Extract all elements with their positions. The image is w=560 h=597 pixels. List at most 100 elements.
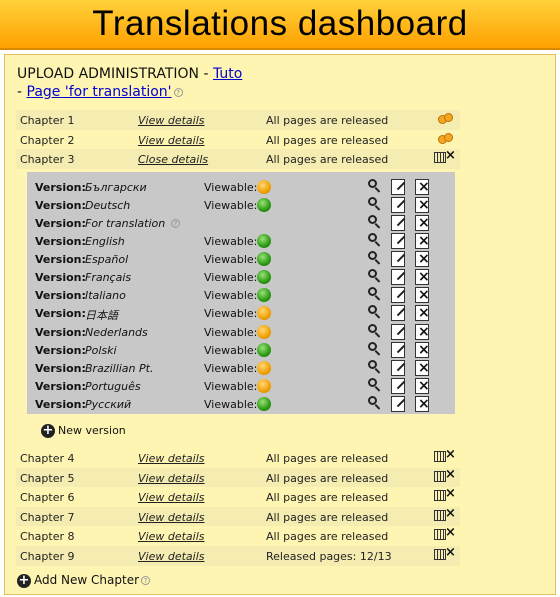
chapter-3-details: Version: Български Viewable: × Version: Deuts… <box>16 171 460 462</box>
viewable-status-icon[interactable] <box>257 378 271 393</box>
new-version-button[interactable]: + New version <box>41 423 126 438</box>
magnifier-icon[interactable] <box>367 214 383 230</box>
chapters-list: Chapter 1 View details All pages are relea… <box>16 110 460 566</box>
viewable-status-icon[interactable] <box>257 396 271 411</box>
viewable-status-icon[interactable] <box>257 234 271 249</box>
help-icon[interactable]: ? <box>170 219 180 229</box>
viewable-label: Viewable: <box>204 361 258 375</box>
viewable-status-icon[interactable] <box>257 270 271 285</box>
upload-admin-line: UPLOAD ADMINISTRATION - Tuto <box>17 66 242 82</box>
magnifier-icon[interactable] <box>367 178 383 194</box>
page-for-translation-line: - Page 'for translation'? <box>17 84 183 100</box>
edit-icon[interactable] <box>391 305 406 322</box>
chapter-name: Chapter 2 <box>20 133 75 147</box>
edit-icon[interactable] <box>391 196 406 213</box>
chapter-details-link[interactable]: View details <box>138 511 205 524</box>
edit-icon[interactable] <box>391 233 406 250</box>
chapter-details-link[interactable]: View details <box>138 452 205 465</box>
viewable-status-icon[interactable] <box>257 252 271 267</box>
delete-icon[interactable]: × <box>415 269 430 286</box>
chapter-name: Chapter 1 <box>20 114 75 127</box>
magnifier-icon[interactable] <box>367 341 383 357</box>
chapter-name: Chapter 7 <box>20 510 75 524</box>
delete-icon[interactable]: × <box>415 287 430 304</box>
grid-delete-icon[interactable]: × <box>434 525 456 542</box>
edit-icon[interactable] <box>391 359 406 376</box>
magnifier-icon[interactable] <box>367 250 383 266</box>
viewable-status-icon[interactable] <box>257 306 271 321</box>
magnifier-icon[interactable] <box>367 286 383 302</box>
viewable-label: Viewable: <box>204 343 258 357</box>
version-actions: × <box>367 395 437 413</box>
grid-delete-icon[interactable]: × <box>434 545 456 562</box>
grid-delete-icon[interactable]: × <box>434 486 456 503</box>
edit-icon[interactable] <box>391 287 406 304</box>
magnifier-icon[interactable] <box>367 323 383 339</box>
viewable-status-icon[interactable] <box>257 360 271 375</box>
chapter-row: Chapter 1 View details All pages are relea… <box>16 110 460 130</box>
edit-icon[interactable] <box>391 323 406 340</box>
plus-icon: + <box>17 572 31 588</box>
chapter-details-link[interactable]: View details <box>138 530 205 543</box>
add-chapter-button[interactable]: + Add New Chapter? <box>17 572 151 588</box>
page-for-translation-link[interactable]: Page 'for translation' <box>27 84 172 100</box>
delete-icon[interactable]: × <box>415 233 430 250</box>
edit-icon[interactable] <box>391 377 406 394</box>
delete-icon[interactable]: × <box>415 359 430 376</box>
chapter-details-link[interactable]: View details <box>138 491 205 504</box>
edit-icon[interactable] <box>391 178 406 195</box>
coins-icon[interactable] <box>438 132 454 145</box>
delete-icon[interactable]: × <box>415 214 430 231</box>
delete-icon[interactable]: × <box>415 341 430 358</box>
chapter-details-link[interactable]: Close details <box>138 153 208 166</box>
chapter-details-link[interactable]: View details <box>138 114 205 127</box>
delete-icon[interactable]: × <box>415 395 430 412</box>
version-row: Version: 日本語 Viewable: × <box>35 304 455 322</box>
chapter-details-link[interactable]: View details <box>138 550 205 563</box>
viewable-status-icon[interactable] <box>257 288 271 303</box>
magnifier-icon[interactable] <box>367 377 383 393</box>
chapter-status: All pages are released <box>266 153 389 167</box>
chapter-name: Chapter 3 <box>20 153 75 167</box>
edit-icon[interactable] <box>391 269 406 286</box>
versions-list: Version: Български Viewable: × Version: Deuts… <box>27 171 455 414</box>
magnifier-icon[interactable] <box>367 232 383 248</box>
header-banner: Translations dashboard <box>0 0 560 50</box>
delete-icon[interactable]: × <box>415 323 430 340</box>
chapter-details-link[interactable]: View details <box>138 472 205 485</box>
magnifier-icon[interactable] <box>367 304 383 320</box>
chapter-details-link[interactable]: View details <box>138 134 205 147</box>
delete-icon[interactable]: × <box>415 377 430 394</box>
version-name: Português <box>85 379 141 393</box>
viewable-status-icon[interactable] <box>257 197 271 212</box>
version-label: Version: <box>35 289 86 303</box>
coins-icon[interactable] <box>438 113 454 125</box>
magnifier-icon[interactable] <box>367 196 383 212</box>
delete-icon[interactable]: × <box>415 196 430 213</box>
viewable-status-icon[interactable] <box>257 342 271 357</box>
chapter-name: Chapter 5 <box>20 471 75 485</box>
delete-icon[interactable]: × <box>415 305 430 322</box>
chapter-row: Chapter 7 View details All pages are relea… <box>16 506 460 527</box>
delete-icon[interactable]: × <box>415 178 430 195</box>
viewable-status-icon[interactable] <box>257 324 271 339</box>
edit-icon[interactable] <box>391 214 406 231</box>
grid-delete-icon[interactable]: × <box>434 467 456 484</box>
tuto-link[interactable]: Tuto <box>213 66 242 82</box>
magnifier-icon[interactable] <box>367 268 383 284</box>
viewable-status-icon[interactable] <box>257 179 271 194</box>
edit-icon[interactable] <box>391 251 406 268</box>
magnifier-icon[interactable] <box>367 359 383 375</box>
help-icon[interactable]: ? <box>173 87 183 97</box>
help-icon[interactable]: ? <box>141 576 151 585</box>
edit-icon[interactable] <box>391 395 406 412</box>
version-actions: × <box>367 377 437 395</box>
grid-delete-icon[interactable]: × <box>434 506 456 523</box>
magnifier-icon[interactable] <box>367 395 383 411</box>
viewable-label: Viewable: <box>204 325 258 339</box>
version-name: Русский <box>85 397 132 411</box>
delete-icon[interactable]: × <box>415 251 430 268</box>
grid-delete-icon[interactable]: × <box>434 148 456 165</box>
grid-delete-icon[interactable]: × <box>434 447 456 464</box>
edit-icon[interactable] <box>391 341 406 358</box>
